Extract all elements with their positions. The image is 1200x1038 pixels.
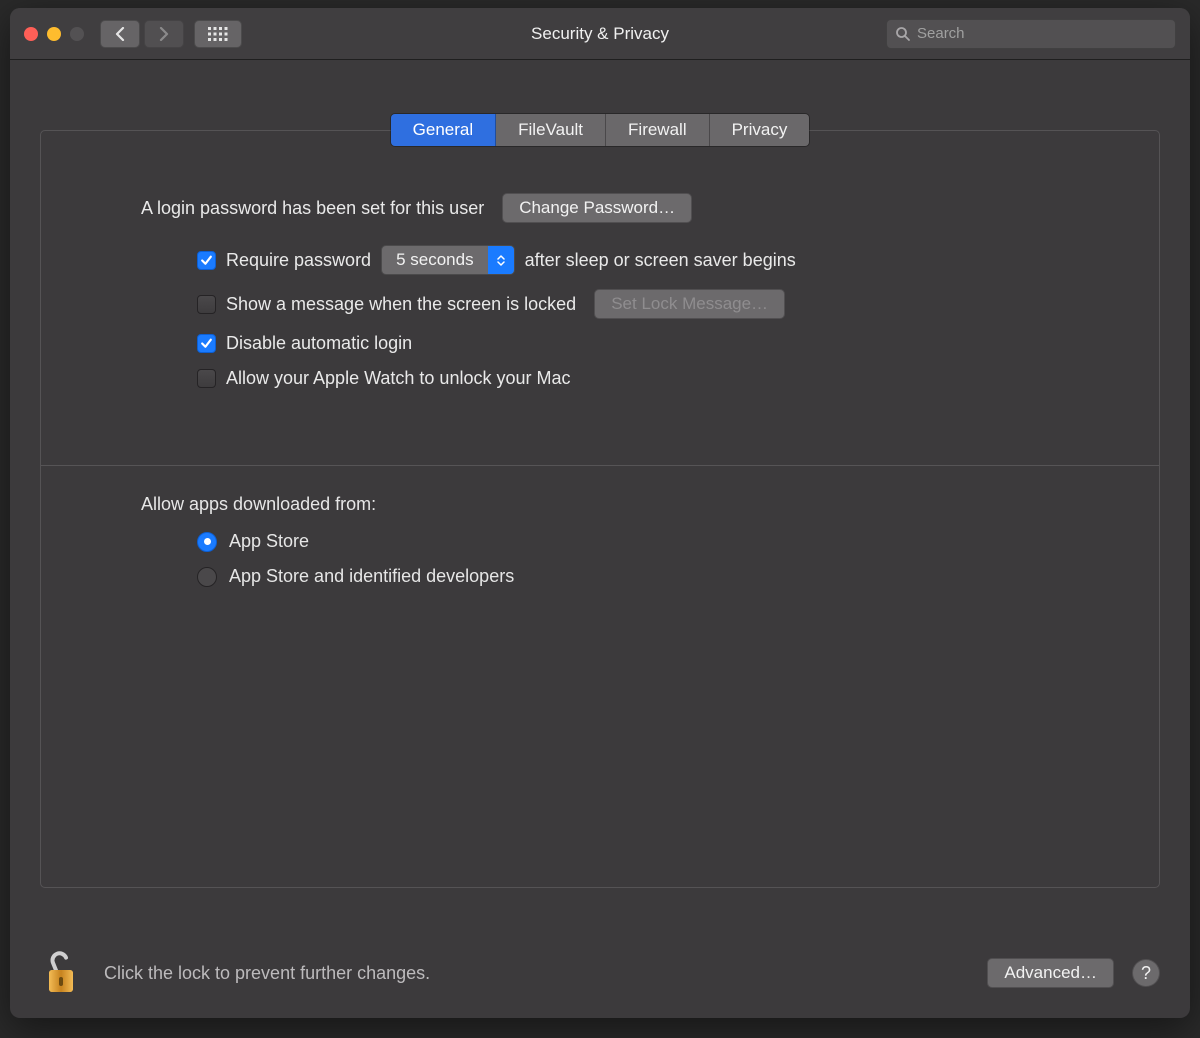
require-password-row: Require password 5 seconds after sleep o… [197,245,1099,275]
change-password-button[interactable]: Change Password… [502,193,692,223]
login-password-row: A login password has been set for this u… [141,193,1099,223]
password-delay-value: 5 seconds [382,250,488,270]
updown-icon [488,246,514,274]
set-lock-message-button: Set Lock Message… [594,289,785,319]
apple-watch-row: Allow your Apple Watch to unlock your Ma… [197,368,1099,389]
back-button[interactable] [100,20,140,48]
tab-general[interactable]: General [391,114,496,146]
show-all-button[interactable] [194,20,242,48]
apple-watch-label: Allow your Apple Watch to unlock your Ma… [226,368,571,389]
zoom-window-button [70,27,84,41]
lock-hint-text: Click the lock to prevent further change… [104,963,430,984]
disable-auto-login-label: Disable automatic login [226,333,412,354]
minimize-window-button[interactable] [47,27,61,41]
allow-apps-title: Allow apps downloaded from: [141,494,1099,515]
check-icon [200,254,213,267]
show-message-checkbox[interactable] [197,295,216,314]
advanced-button[interactable]: Advanced… [987,958,1114,988]
require-password-checkbox[interactable] [197,251,216,270]
nav-buttons [100,20,184,48]
disable-auto-login-checkbox[interactable] [197,334,216,353]
grid-icon [208,27,228,41]
chevron-right-icon [158,27,170,41]
check-icon [200,337,213,350]
tab-privacy[interactable]: Privacy [710,114,810,146]
footer-right: Advanced… ? [987,958,1160,988]
login-password-text: A login password has been set for this u… [141,198,484,219]
app-store-radio[interactable] [197,532,217,552]
tab-bar-container: General FileVault Firewall Privacy [10,113,1190,147]
title-bar: Security & Privacy [10,8,1190,60]
preferences-window: Security & Privacy General FileVault Fir… [10,8,1190,1018]
lock-open-icon [40,950,82,996]
search-input[interactable] [917,25,1167,42]
identified-developers-radio[interactable] [197,567,217,587]
forward-button [144,20,184,48]
help-button[interactable]: ? [1132,959,1160,987]
app-store-label: App Store [229,531,309,552]
identified-developers-row: App Store and identified developers [197,566,1099,587]
require-password-label: Require password [226,250,371,271]
section-divider [41,465,1159,466]
app-store-row: App Store [197,531,1099,552]
password-delay-dropdown[interactable]: 5 seconds [381,245,515,275]
general-panel: A login password has been set for this u… [40,130,1160,888]
content-area: General FileVault Firewall Privacy A log… [10,60,1190,1018]
tab-firewall[interactable]: Firewall [606,114,710,146]
traffic-lights [24,27,84,41]
footer-bar: Click the lock to prevent further change… [40,950,1160,996]
show-message-label: Show a message when the screen is locked [226,294,576,315]
identified-developers-label: App Store and identified developers [229,566,514,587]
show-message-row: Show a message when the screen is locked… [197,289,1099,319]
lock-button[interactable] [40,950,82,996]
search-field[interactable] [886,19,1176,49]
search-icon [895,26,911,42]
chevron-left-icon [114,27,126,41]
close-window-button[interactable] [24,27,38,41]
disable-auto-login-row: Disable automatic login [197,333,1099,354]
tab-bar: General FileVault Firewall Privacy [390,113,811,147]
tab-filevault[interactable]: FileVault [496,114,606,146]
after-sleep-text: after sleep or screen saver begins [525,250,796,271]
apple-watch-checkbox[interactable] [197,369,216,388]
